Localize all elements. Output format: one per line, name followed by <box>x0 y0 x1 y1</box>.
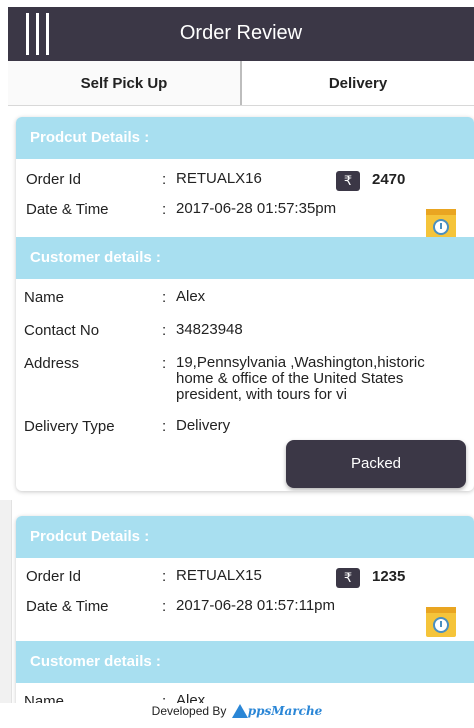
address-value: 19,Pennsylvania ,Washington,historic hom… <box>176 354 425 403</box>
order-id-label: Order Id <box>26 171 82 188</box>
order-card: Prodcut Details : Order Id : RETUALX15 ₹… <box>16 516 474 703</box>
product-details-header: Prodcut Details : <box>16 516 474 558</box>
date-time-value: 2017-06-28 01:57:35pm <box>176 200 337 217</box>
order-amount: 2470 <box>372 171 406 188</box>
delivery-type-row: Delivery Type : Delivery <box>16 418 474 438</box>
order-id-value: RETUALX16 <box>176 170 262 187</box>
address-label: Address <box>24 355 80 372</box>
date-time-label: Date & Time <box>26 201 109 218</box>
clock-icon[interactable] <box>426 209 456 239</box>
order-id-value: RETUALX15 <box>176 567 262 584</box>
name-label: Name <box>24 693 65 703</box>
delivery-type-value: Delivery <box>176 417 231 434</box>
rupee-icon: ₹ <box>336 171 360 191</box>
name-value: Alex <box>176 288 206 305</box>
name-label: Name <box>24 289 65 306</box>
side-scroll-strip <box>0 500 12 703</box>
date-time-row: Date & Time : 2017-06-28 01:57:11pm <box>16 598 474 618</box>
clock-icon[interactable] <box>426 607 456 637</box>
date-time-label: Date & Time <box>26 598 109 615</box>
colon: : <box>162 355 167 372</box>
order-id-row: Order Id : RETUALX16 ₹ 2470 <box>16 171 474 191</box>
colon: : <box>162 598 167 615</box>
rupee-icon: ₹ <box>336 568 360 588</box>
packed-button[interactable]: Packed <box>286 440 466 488</box>
colon: : <box>162 568 167 585</box>
product-details-header: Prodcut Details : <box>16 117 474 159</box>
name-row: Name : Alex <box>16 692 474 704</box>
delivery-type-label: Delivery Type <box>24 418 115 435</box>
tab-self-pick-up[interactable]: Self Pick Up <box>8 61 242 105</box>
customer-details-header: Customer details : <box>16 237 474 279</box>
address-row: Address : 19,Pennsylvania ,Washington,hi… <box>16 355 474 415</box>
tab-delivery[interactable]: Delivery <box>242 61 474 105</box>
colon: : <box>162 418 167 435</box>
developed-by-label: Developed By <box>151 703 227 718</box>
name-row: Name : Alex <box>16 289 474 309</box>
appsmarche-logo-icon <box>231 704 248 719</box>
order-card: Prodcut Details : Order Id : RETUALX16 ₹… <box>16 117 474 491</box>
colon: : <box>162 693 167 703</box>
order-id-row: Order Id : RETUALX15 ₹ 1235 <box>16 568 474 588</box>
customer-details-header: Customer details : <box>16 641 474 683</box>
order-id-label: Order Id <box>26 568 82 585</box>
top-app-bar: Order Review <box>8 7 474 61</box>
developer-credit: Developed By ppsMarche <box>0 703 474 728</box>
date-time-row: Date & Time : 2017-06-28 01:57:35pm <box>16 201 474 221</box>
colon: : <box>162 289 167 306</box>
order-amount: 1235 <box>372 568 406 585</box>
date-time-value: 2017-06-28 01:57:11pm <box>176 597 336 614</box>
name-value: Alex <box>176 692 206 704</box>
colon: : <box>162 171 167 188</box>
order-list[interactable]: Prodcut Details : Order Id : RETUALX16 ₹… <box>0 107 474 703</box>
order-type-tabs: Self Pick Up Delivery <box>8 61 474 106</box>
contact-row: Contact No : 34823948 <box>16 322 474 342</box>
contact-value: 34823948 <box>176 321 243 338</box>
appsmarche-brand: ppsMarche <box>247 704 323 719</box>
page-title: Order Review <box>179 22 303 44</box>
colon: : <box>162 322 167 339</box>
appsmarche-logo: ppsMarche <box>231 703 323 719</box>
colon: : <box>162 201 167 218</box>
contact-label: Contact No <box>24 322 100 339</box>
